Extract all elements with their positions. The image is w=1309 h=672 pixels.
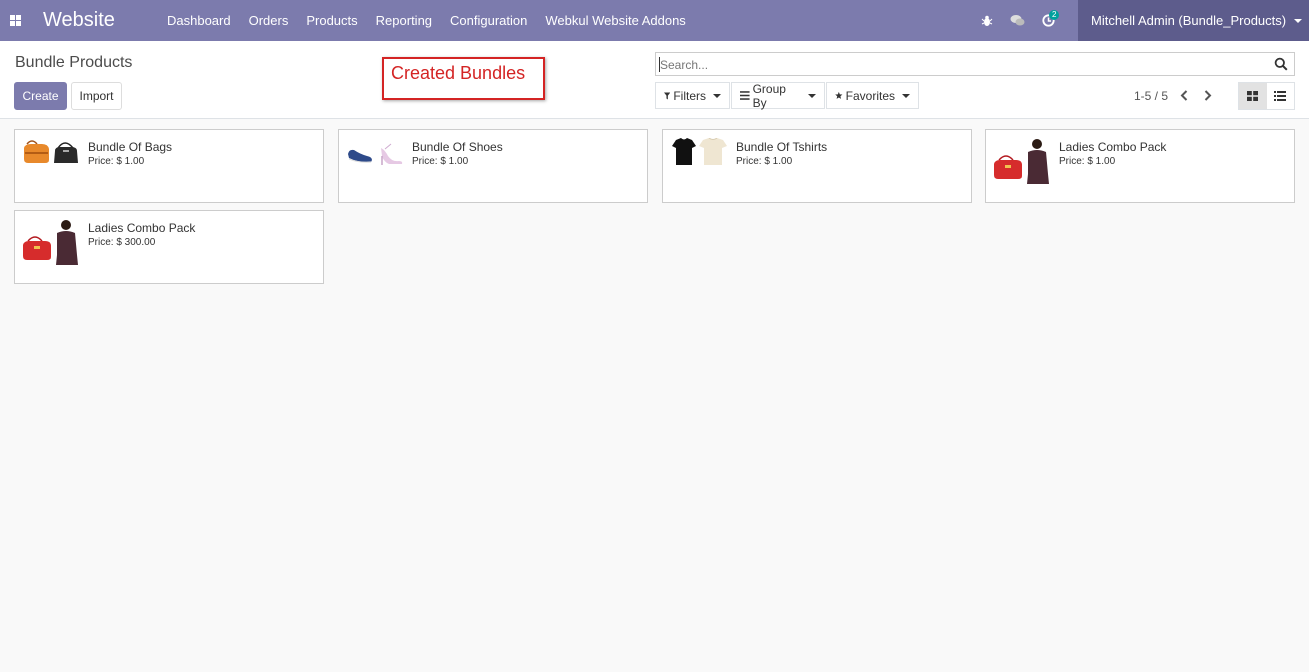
product-thumbnails bbox=[347, 138, 405, 168]
user-menu[interactable]: Mitchell Admin (Bundle_Products) bbox=[1078, 0, 1309, 41]
annotation-box: Created Bundles bbox=[382, 57, 545, 100]
pager-previous-icon[interactable] bbox=[1177, 87, 1191, 103]
menu-configuration[interactable]: Configuration bbox=[441, 0, 536, 41]
card-product-name: Bundle Of Tshirts bbox=[736, 140, 828, 154]
app-brand[interactable]: Website bbox=[43, 9, 153, 32]
card-product-name: Bundle Of Bags bbox=[88, 140, 173, 154]
view-switcher bbox=[1238, 82, 1295, 110]
product-thumbnails bbox=[23, 138, 81, 168]
activity-badge: 2 bbox=[1049, 10, 1060, 20]
red-handbag-icon bbox=[994, 155, 1022, 179]
top-navbar: Website Dashboard Orders Products Report… bbox=[0, 0, 1309, 41]
import-button[interactable]: Import bbox=[71, 82, 122, 110]
card-product-price: Price: $ 1.00 bbox=[1059, 156, 1116, 167]
kanban-card[interactable]: Bundle Of Bags Price: $ 1.00 bbox=[14, 129, 324, 203]
menu-orders[interactable]: Orders bbox=[240, 0, 298, 41]
annotation-text: Created Bundles bbox=[391, 63, 526, 83]
search-icon[interactable] bbox=[1274, 57, 1288, 71]
card-product-price: Price: $ 1.00 bbox=[736, 156, 793, 167]
star-icon bbox=[835, 91, 843, 99]
messaging-icon[interactable] bbox=[1002, 0, 1033, 41]
favorites-button[interactable]: Favorites bbox=[826, 82, 919, 109]
list-view-icon[interactable] bbox=[1266, 83, 1294, 109]
card-product-price: Price: $ 300.00 bbox=[88, 237, 156, 248]
kanban-card[interactable]: Bundle Of Shoes Price: $ 1.00 bbox=[338, 129, 648, 203]
product-thumbnails bbox=[994, 138, 1052, 188]
bars-icon bbox=[740, 91, 750, 100]
group-by-label: Group By bbox=[752, 81, 786, 110]
card-product-name: Bundle Of Shoes bbox=[412, 140, 503, 154]
card-product-price: Price: $ 1.00 bbox=[88, 156, 145, 167]
create-button[interactable]: Create bbox=[14, 82, 67, 110]
black-tshirt-icon bbox=[672, 138, 696, 165]
main-menu: Dashboard Orders Products Reporting Conf… bbox=[158, 0, 695, 41]
search-box bbox=[655, 52, 1295, 76]
favorites-label: Favorites bbox=[845, 88, 895, 103]
pager-next-icon[interactable] bbox=[1201, 87, 1215, 103]
kanban-card[interactable]: Ladies Combo Pack Price: $ 300.00 bbox=[14, 210, 324, 284]
card-product-price: Price: $ 1.00 bbox=[412, 156, 469, 167]
filters-button[interactable]: Filters bbox=[655, 82, 730, 109]
beige-tshirt-icon bbox=[699, 137, 727, 165]
filters-label: Filters bbox=[673, 88, 706, 103]
menu-dashboard[interactable]: Dashboard bbox=[158, 0, 240, 41]
product-thumbnails bbox=[671, 137, 729, 168]
kanban-view-icon[interactable] bbox=[1239, 83, 1267, 109]
page-title: Bundle Products bbox=[15, 54, 133, 71]
black-handbag-icon bbox=[54, 142, 78, 163]
woman-top-icon bbox=[56, 220, 78, 265]
red-handbag-icon bbox=[23, 236, 51, 260]
search-input[interactable] bbox=[660, 56, 1260, 73]
chevron-down-icon bbox=[713, 93, 721, 98]
activity-icon[interactable]: 2 bbox=[1033, 0, 1064, 41]
chevron-down-icon bbox=[1294, 18, 1303, 23]
woman-top-icon bbox=[1027, 139, 1049, 184]
kanban-card[interactable]: Ladies Combo Pack Price: $ 1.00 bbox=[985, 129, 1295, 203]
orange-bag-icon bbox=[24, 140, 49, 163]
menu-webkul-addons[interactable]: Webkul Website Addons bbox=[536, 0, 694, 41]
blue-shoe-icon bbox=[348, 149, 372, 163]
card-product-name: Ladies Combo Pack bbox=[1059, 140, 1167, 154]
control-panel: Bundle Products Create Import Created Bu… bbox=[0, 41, 1309, 119]
pager-value[interactable]: 1-5 / 5 bbox=[1134, 89, 1168, 103]
user-name: Mitchell Admin (Bundle_Products) bbox=[1091, 13, 1287, 28]
navbar-systray: 2 Mitchell Admin (Bundle_Products) bbox=[971, 0, 1309, 41]
group-by-button[interactable]: Group By bbox=[731, 81, 825, 110]
chevron-down-icon bbox=[902, 93, 910, 98]
filter-icon bbox=[664, 91, 671, 100]
apps-menu-icon[interactable] bbox=[0, 0, 30, 41]
kanban-card[interactable]: Bundle Of Tshirts Price: $ 1.00 bbox=[662, 129, 972, 203]
menu-reporting[interactable]: Reporting bbox=[367, 0, 441, 41]
product-thumbnails bbox=[23, 219, 81, 269]
chevron-down-icon bbox=[808, 93, 816, 98]
card-product-name: Ladies Combo Pack bbox=[88, 221, 196, 235]
debug-bug-icon[interactable] bbox=[971, 0, 1002, 41]
pink-heel-icon bbox=[381, 143, 403, 165]
menu-products[interactable]: Products bbox=[297, 0, 366, 41]
